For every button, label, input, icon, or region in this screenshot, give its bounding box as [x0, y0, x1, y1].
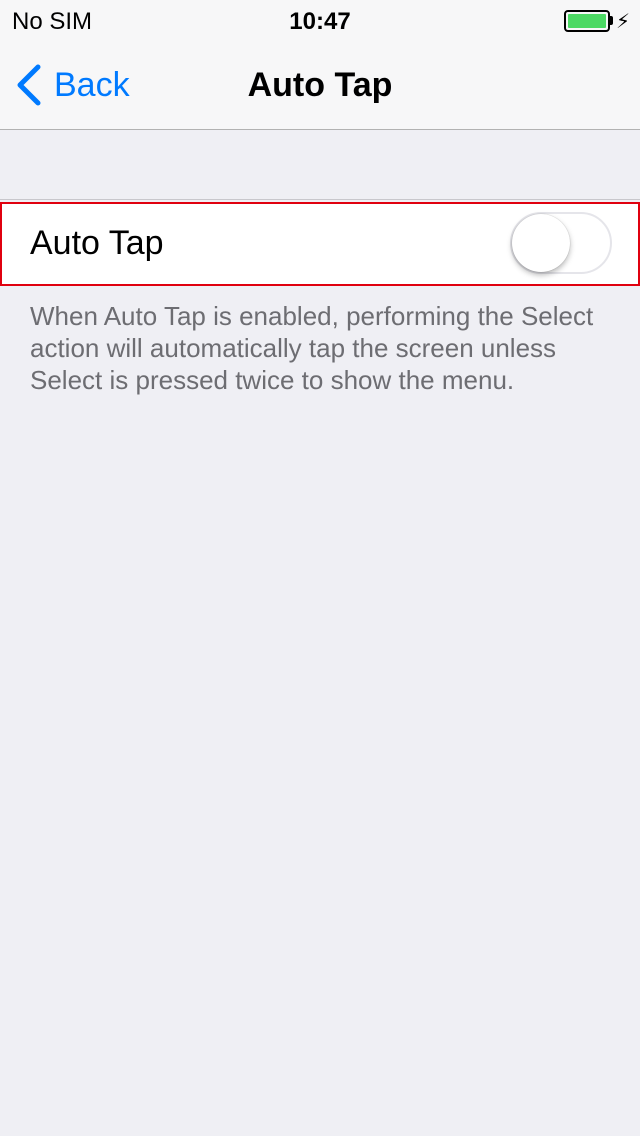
charging-bolt-icon: ⚡︎: [616, 9, 630, 34]
battery-icon: [564, 10, 610, 32]
auto-tap-setting-row: Auto Tap: [0, 202, 640, 286]
auto-tap-toggle[interactable]: [510, 212, 612, 274]
auto-tap-label: Auto Tap: [30, 224, 164, 263]
status-time: 10:47: [0, 8, 640, 36]
top-bar: No SIM 10:47 ⚡︎ Back Auto Tap: [0, 0, 640, 130]
battery-tip: [610, 16, 613, 25]
battery-level: [568, 14, 606, 28]
page-title: Auto Tap: [0, 66, 640, 105]
navigation-bar: Back Auto Tap: [0, 40, 640, 130]
status-bar: No SIM 10:47 ⚡︎: [0, 0, 640, 40]
toggle-knob: [512, 214, 570, 272]
setting-description: When Auto Tap is enabled, performing the…: [30, 300, 610, 396]
section-divider: [0, 199, 640, 200]
